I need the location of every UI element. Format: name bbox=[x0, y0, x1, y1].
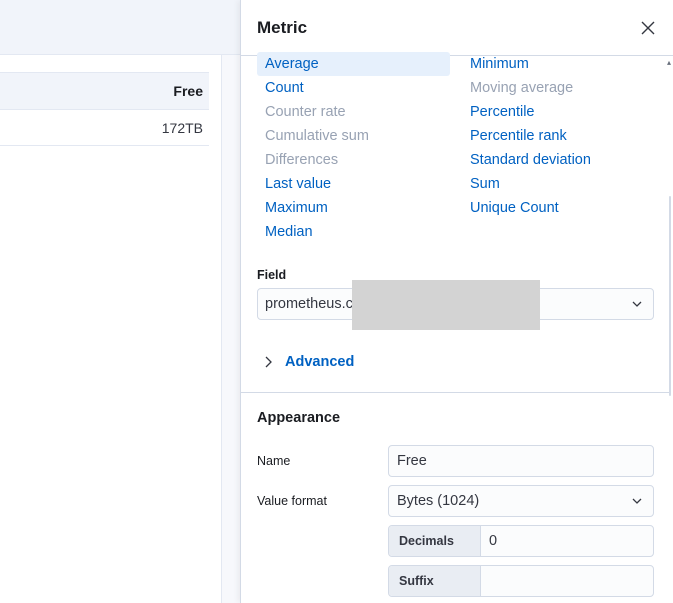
value-format-label: Value format bbox=[257, 494, 327, 508]
chevron-down-icon bbox=[632, 498, 642, 504]
redacted-area bbox=[352, 280, 540, 330]
field-label: Field bbox=[257, 268, 287, 282]
function-option-average[interactable]: Average bbox=[257, 52, 450, 76]
advanced-toggle[interactable]: Advanced bbox=[263, 354, 354, 370]
close-icon bbox=[641, 21, 655, 35]
appearance-title: Appearance bbox=[257, 410, 341, 426]
function-option-maximum[interactable]: Maximum bbox=[257, 196, 450, 220]
function-option-median[interactable]: Median bbox=[257, 220, 450, 244]
flyout-title: Metric bbox=[257, 17, 308, 37]
function-list-scrollbar[interactable]: ▴ bbox=[666, 56, 671, 396]
data-table: Free 172TB bbox=[0, 72, 209, 146]
chevron-right-icon bbox=[265, 356, 272, 368]
function-option-percentile-rank[interactable]: Percentile rank bbox=[462, 124, 655, 148]
function-option-cumulative-sum: Cumulative sum bbox=[265, 128, 369, 144]
function-option-differences: Differences bbox=[265, 152, 339, 168]
value-format-value: Bytes (1024) bbox=[397, 493, 480, 509]
name-input[interactable]: Free bbox=[388, 445, 654, 477]
function-option-counter-rate: Counter rate bbox=[265, 104, 346, 120]
function-column-left: Average Count Counter rate Cumulative sum Di… bbox=[257, 52, 450, 244]
name-input-value: Free bbox=[397, 453, 427, 469]
suffix-label: Suffix bbox=[389, 566, 481, 596]
flyout-header: Metric bbox=[241, 0, 673, 56]
table-row: 172TB bbox=[0, 110, 209, 146]
function-option-unique-count[interactable]: Unique Count bbox=[462, 196, 655, 220]
background-app: Free 172TB bbox=[0, 0, 240, 603]
function-option-percentile[interactable]: Percentile bbox=[462, 100, 655, 124]
decimals-label: Decimals bbox=[389, 526, 481, 556]
value-format-select[interactable]: Bytes (1024) bbox=[388, 485, 654, 517]
decimals-input[interactable]: 0 bbox=[481, 526, 653, 556]
suffix-field: Suffix bbox=[388, 565, 654, 597]
name-label: Name bbox=[257, 454, 291, 468]
decimals-field: Decimals 0 bbox=[388, 525, 654, 557]
metric-flyout: Metric ▴ Average Count Counter rate Cumulat… bbox=[240, 0, 673, 603]
chevron-down-icon bbox=[632, 301, 642, 307]
field-select-value: prometheus.c bbox=[265, 296, 353, 312]
function-option-sum[interactable]: Sum bbox=[462, 172, 655, 196]
close-button[interactable] bbox=[637, 17, 659, 39]
section-divider bbox=[241, 392, 671, 393]
scroll-up-icon: ▴ bbox=[666, 58, 671, 67]
advanced-label: Advanced bbox=[285, 354, 355, 370]
background-header bbox=[0, 0, 240, 55]
table-column-header-free[interactable]: Free bbox=[0, 72, 209, 110]
suffix-input[interactable] bbox=[481, 566, 653, 596]
function-option-last-value[interactable]: Last value bbox=[257, 172, 450, 196]
function-option-moving-average: Moving average bbox=[470, 80, 574, 96]
scroll-thumb[interactable] bbox=[669, 196, 671, 396]
function-option-count[interactable]: Count bbox=[257, 76, 450, 100]
function-option-standard-deviation[interactable]: Standard deviation bbox=[462, 148, 655, 172]
function-option-minimum[interactable]: Minimum bbox=[462, 52, 655, 76]
function-column-right: Minimum Moving average Percentile Percentil… bbox=[462, 52, 655, 220]
